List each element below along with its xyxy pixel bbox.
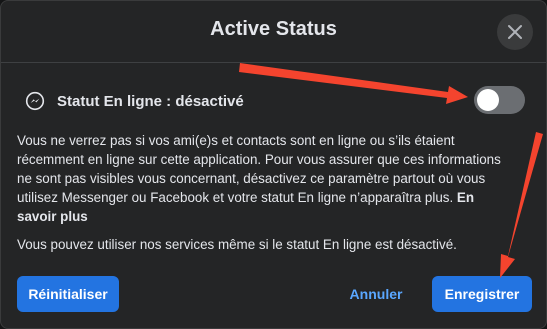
active-status-toggle[interactable]	[474, 86, 525, 114]
messenger-icon	[25, 91, 45, 111]
save-button[interactable]: Enregistrer	[432, 276, 532, 312]
description-text: Vous ne verrez pas si vos ami(e)s et con…	[17, 131, 507, 226]
header-divider	[1, 62, 546, 63]
close-button[interactable]	[497, 14, 533, 50]
status-label: Statut En ligne : désactivé	[57, 92, 244, 110]
toggle-knob	[477, 89, 499, 111]
active-status-dialog: Active Status Statut En ligne : désactiv…	[0, 0, 547, 329]
status-row: Statut En ligne : désactivé	[25, 89, 244, 113]
reset-button[interactable]: Réinitialiser	[17, 276, 119, 312]
description-body: Vous ne verrez pas si vos ami(e)s et con…	[17, 133, 501, 205]
close-icon	[508, 25, 522, 39]
dialog-title: Active Status	[210, 18, 337, 40]
note-text: Vous pouvez utiliser nos services même s…	[17, 237, 457, 252]
cancel-button[interactable]: Annuler	[337, 276, 415, 312]
